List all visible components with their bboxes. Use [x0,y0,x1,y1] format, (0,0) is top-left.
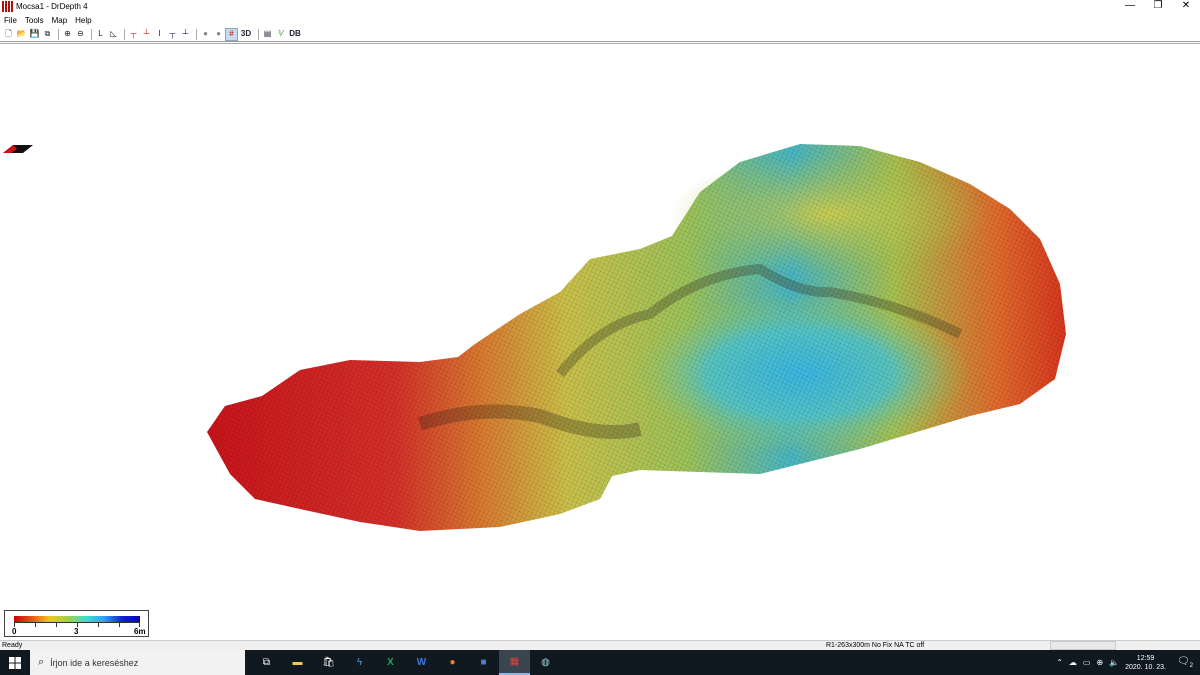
word-icon[interactable]: W [406,650,437,675]
marker-blue-2-icon[interactable]: ┴ [180,29,191,40]
excel-icon[interactable]: X [375,650,406,675]
clock[interactable]: 12:59 2020. 10. 23. [1125,654,1166,672]
battery-icon[interactable]: ▭ [1083,658,1091,667]
legend-mid-label: 3 [74,627,79,636]
search-placeholder: Írjon ide a kereséshez [50,657,139,668]
windows-logo-icon [9,656,21,669]
window-title: Mocsa1 - DrDepth 4 [16,1,88,11]
globe-app-icon[interactable]: ◍ [530,650,561,675]
firefox-icon[interactable]: ● [437,650,468,675]
floppy-app-icon[interactable]: ■ [468,650,499,675]
map-canvas[interactable]: 0 3 6m [0,43,1200,640]
open-folder-icon[interactable]: 📂 [16,29,27,40]
marker-i-icon[interactable]: Ι [154,29,165,40]
volume-icon[interactable]: 🔈 [1109,658,1119,667]
toolbar-separator [124,28,125,40]
gray-drop-icon[interactable]: ● [200,29,211,40]
gray-drop-2-icon[interactable]: ● [213,29,224,40]
taskbar-apps: ⧉ ▬ 🛍 ϟ X W ● ■ ▦ ◍ [251,650,561,675]
axis-icon[interactable]: L [95,29,106,40]
table-icon[interactable]: ▤ [262,29,273,40]
toolbar: 🗋 📂 💾 ⧉ ⊕ ⊖ L ◺ ┬ ┴ Ι ┬ ┴ ● ● # 3D ▤ ⅟ D… [0,27,1200,42]
task-view-icon[interactable]: ⧉ [251,650,282,675]
legend-min-label: 0 [12,627,17,636]
zoom-out-icon[interactable]: ⊖ [75,29,86,40]
zoom-in-icon[interactable]: ⊕ [62,29,73,40]
menu-help[interactable]: Help [75,16,91,25]
toolbar-separator [58,28,59,40]
store-icon[interactable]: 🛍 [313,650,344,675]
menu-map[interactable]: Map [52,16,68,25]
search-icon: ⌕ [38,656,45,668]
close-button[interactable]: ✕ [1172,0,1200,13]
pin-app-icon[interactable]: ϟ [344,650,375,675]
status-ready: Ready [2,642,23,649]
database-button[interactable]: DB [288,29,302,40]
save-all-icon[interactable]: ⧉ [42,29,53,40]
legend-max-label: 6m [134,627,146,636]
notification-center-icon[interactable]: 🗨2 [1176,656,1194,669]
file-explorer-icon[interactable]: ▬ [282,650,313,675]
chart-icon[interactable]: ⅟ [275,29,286,40]
menu-file[interactable]: File [4,16,17,25]
toolbar-separator [196,28,197,40]
clock-date: 2020. 10. 23. [1125,663,1166,671]
terrain-mesh [207,144,1066,531]
tray-cloud-icon[interactable]: ☁ [1069,658,1077,667]
marker-red-icon[interactable]: ┬ [128,29,139,40]
toolbar-separator [91,28,92,40]
restore-button[interactable]: ❐ [1144,0,1172,13]
terrain-3d-view[interactable] [0,44,1200,641]
new-file-icon[interactable]: 🗋 [3,29,14,40]
title-bar: Mocsa1 - DrDepth 4 — ❐ ✕ [0,0,1200,13]
save-icon[interactable]: 💾 [29,29,40,40]
status-info: R1-263x300m No Fix NA TC off [826,642,925,649]
status-progress-box [1050,641,1116,650]
notification-count: 2 [1189,663,1194,669]
status-bar: Ready R1-263x300m No Fix NA TC off [0,640,1200,650]
tray-chevron-icon[interactable]: ⌃ [1056,658,1063,667]
network-icon[interactable]: ⊕ [1096,658,1103,667]
marker-red-2-icon[interactable]: ┴ [141,29,152,40]
minimize-button[interactable]: — [1116,0,1144,13]
profile-icon[interactable]: ◺ [108,29,119,40]
view-3d-button[interactable]: 3D [239,29,253,40]
window-controls: — ❐ ✕ [1116,0,1200,13]
grid-view-icon[interactable]: # [225,27,238,41]
taskbar-search[interactable]: ⌕ Írjon ide a kereséshez [30,650,245,675]
marker-blue-icon[interactable]: ┬ [167,29,178,40]
drdepth-app-icon[interactable]: ▦ [499,650,530,675]
toolbar-separator [258,28,259,40]
system-tray: ⌃ ☁ ▭ ⊕ 🔈 12:59 2020. 10. 23. 🗨2 [1056,650,1200,675]
start-button[interactable] [0,650,30,675]
clock-time: 12:59 [1136,654,1155,662]
app-icon[interactable] [2,1,13,12]
taskbar: ⌕ Írjon ide a kereséshez ⧉ ▬ 🛍 ϟ X W ● ■… [0,650,1200,675]
menu-bar: File Tools Map Help [0,13,1200,27]
depth-legend: 0 3 6m [4,610,149,637]
menu-tools[interactable]: Tools [25,16,44,25]
